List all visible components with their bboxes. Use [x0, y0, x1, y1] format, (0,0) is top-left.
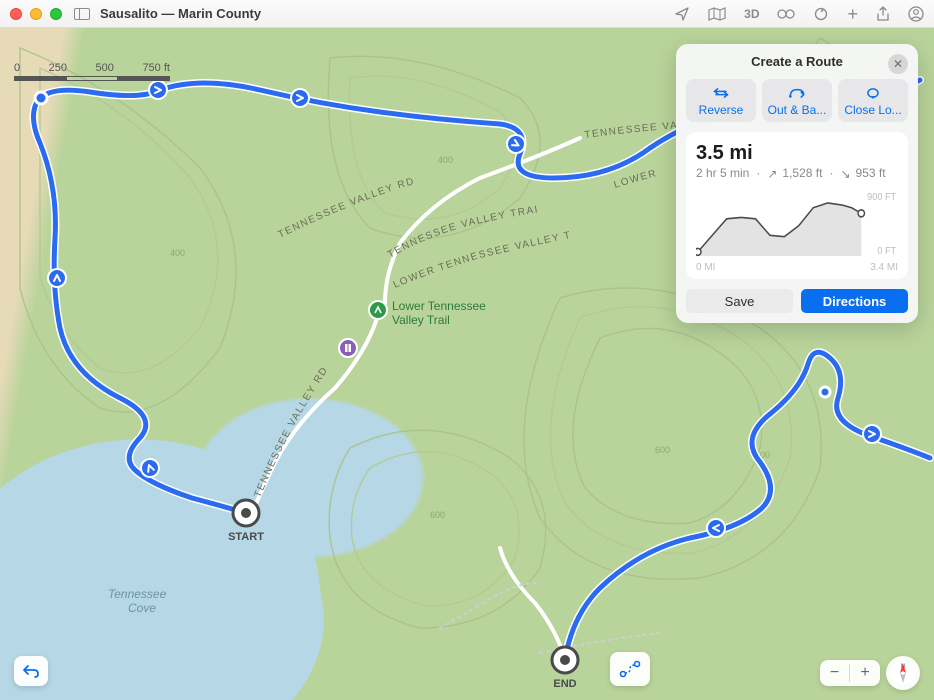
undo-button[interactable]: [14, 656, 48, 686]
elevation-label: 600: [430, 510, 445, 520]
svg-text:TENNESSEE VALLEY RD: TENNESSEE VALLEY RD: [253, 365, 331, 499]
svg-text:N: N: [901, 664, 905, 670]
window-close[interactable]: [10, 8, 22, 20]
elevation-label: 600: [655, 445, 670, 455]
elevation-label: 400: [438, 155, 453, 165]
svg-text:TENNESSEE VALLEY RD: TENNESSEE VALLEY RD: [276, 176, 416, 241]
ascent-icon: ↗: [767, 167, 777, 181]
distance-value: 3.5 mi: [696, 142, 898, 165]
reverse-icon: [711, 85, 731, 101]
zoom-out-button[interactable]: −: [820, 664, 850, 682]
out-and-back-button[interactable]: Out & Ba...: [762, 79, 832, 122]
window-title: Sausalito — Marin County: [100, 6, 261, 21]
save-button[interactable]: Save: [686, 289, 793, 313]
zoom-in-button[interactable]: +: [850, 664, 880, 682]
close-loop-icon: [863, 85, 883, 101]
water-label: TennesseeCove: [108, 587, 167, 615]
road-labels: TENNESSEE VALLEY RD TENNESSEE VALLEY RD …: [0, 28, 679, 499]
lookaround-button[interactable]: [777, 8, 795, 20]
elevation-chart: 900 FT 0 FT: [696, 188, 898, 264]
titlebar: Sausalito — Marin County 3D +: [0, 0, 934, 28]
scale-bar: 0250500750 ft: [14, 62, 170, 81]
svg-text:TENNESSEE VALLEY RD: TENNESSEE VALLEY RD: [0, 28, 679, 141]
route-stats: 3.5 mi 2 hr 5 min ↗ 1,528 ft ↘ 953 ft 90…: [686, 132, 908, 279]
window-zoom[interactable]: [50, 8, 62, 20]
compass-button[interactable]: N: [886, 656, 920, 690]
elevation-label: 400: [170, 248, 185, 258]
view-3d-button[interactable]: 3D: [744, 7, 759, 21]
svg-text:LOWER TENNESS: LOWER TENNESS: [0, 28, 662, 191]
sidebar-toggle-icon[interactable]: [74, 8, 90, 20]
panel-title: Create a Route: [751, 54, 843, 69]
map-mode-button[interactable]: [708, 7, 726, 21]
poi-restroom[interactable]: [339, 339, 357, 357]
svg-text:900 FT: 900 FT: [867, 192, 896, 203]
create-route-panel: Create a Route ✕ Reverse Out & Ba... Clo…: [676, 44, 918, 323]
account-button[interactable]: [908, 6, 924, 22]
share-button[interactable]: [876, 6, 890, 22]
zoom-control: − +: [820, 660, 880, 686]
poi-lower-tv-trail[interactable]: [369, 301, 387, 319]
svg-text:0 FT: 0 FT: [877, 246, 896, 257]
descent-value: 953 ft: [856, 166, 886, 180]
ascent-value: 1,528 ft: [782, 166, 822, 180]
route-tool-button[interactable]: [610, 652, 650, 686]
descent-icon: ↘: [840, 167, 850, 181]
reverse-button[interactable]: Reverse: [686, 79, 756, 122]
duration-value: 2 hr 5 min: [696, 166, 749, 180]
add-button[interactable]: +: [847, 5, 858, 23]
directions-button[interactable]: Directions: [801, 289, 908, 313]
out-back-icon: [787, 85, 807, 101]
location-button[interactable]: [674, 6, 690, 22]
start-label: START: [228, 531, 264, 543]
window-minimize[interactable]: [30, 8, 42, 20]
close-loop-button[interactable]: Close Lo...: [838, 79, 908, 122]
start-marker[interactable]: [233, 500, 259, 526]
panel-close-button[interactable]: ✕: [888, 54, 908, 74]
rotate-button[interactable]: [813, 6, 829, 22]
end-label: END: [553, 678, 576, 690]
poi-label: Lower TennesseeValley Trail: [392, 299, 486, 327]
end-marker[interactable]: [552, 647, 578, 673]
